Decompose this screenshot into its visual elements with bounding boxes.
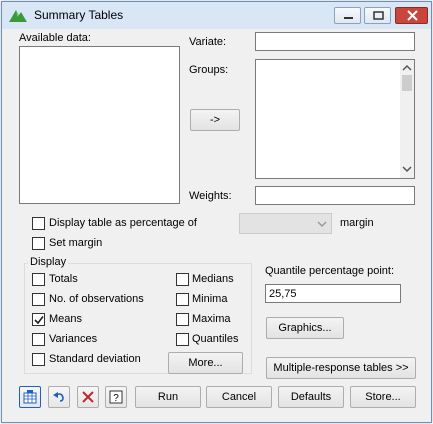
weights-field[interactable] xyxy=(255,186,415,205)
maxima-label: Maxima xyxy=(192,313,231,325)
totals-label: Totals xyxy=(49,273,78,285)
window-title: Summary Tables xyxy=(34,8,124,22)
minima-checkbox[interactable] xyxy=(176,293,189,306)
maximize-icon xyxy=(373,11,384,20)
no-of-observations-checkbox[interactable] xyxy=(32,293,45,306)
display-group-title: Display xyxy=(28,256,69,268)
minima-label: Minima xyxy=(192,293,228,305)
percentage-checkbox[interactable] xyxy=(32,217,45,230)
variate-label: Variate: xyxy=(189,36,227,48)
clear-button[interactable] xyxy=(77,386,99,408)
close-button[interactable] xyxy=(395,7,428,24)
title-bar[interactable]: Summary Tables xyxy=(2,2,431,29)
defaults-button[interactable]: Defaults xyxy=(278,386,344,408)
add-to-groups-button[interactable]: -> xyxy=(190,109,240,131)
groups-field[interactable] xyxy=(255,59,415,179)
minimize-icon xyxy=(344,17,353,19)
undo-icon xyxy=(53,392,64,402)
quantile-field[interactable] xyxy=(265,284,401,303)
margin-select[interactable] xyxy=(239,213,332,234)
close-icon xyxy=(407,10,418,21)
checkmark-icon xyxy=(34,316,44,325)
maximize-button[interactable] xyxy=(364,7,391,24)
available-data-label: Available data: xyxy=(19,32,91,44)
margin-suffix-label: margin xyxy=(340,217,374,229)
standard-deviation-label: Standard deviation xyxy=(49,353,141,365)
chevron-down-icon xyxy=(317,221,327,228)
maxima-checkbox[interactable] xyxy=(176,313,189,326)
clear-icon xyxy=(82,391,94,403)
variances-label: Variances xyxy=(49,333,98,345)
means-checkbox[interactable] xyxy=(32,313,45,326)
spreadsheet-button[interactable] xyxy=(19,386,41,408)
scroll-thumb[interactable] xyxy=(402,75,412,91)
more-button[interactable]: More... xyxy=(168,352,243,374)
standard-deviation-checkbox[interactable] xyxy=(32,353,45,366)
quantiles-label: Quantiles xyxy=(192,333,239,345)
set-margin-label: Set margin xyxy=(49,237,103,249)
variate-field[interactable] xyxy=(255,32,415,51)
variances-checkbox[interactable] xyxy=(32,333,45,346)
app-logo-icon xyxy=(9,10,27,22)
run-button[interactable]: Run xyxy=(135,386,201,408)
weights-label: Weights: xyxy=(189,190,232,202)
graphics-button[interactable]: Graphics... xyxy=(266,317,344,339)
store-button[interactable]: Store... xyxy=(350,386,416,408)
quantile-label: Quantile percentage point: xyxy=(265,265,395,277)
groups-scrollbar[interactable] xyxy=(400,60,414,178)
quantiles-checkbox[interactable] xyxy=(176,333,189,346)
means-label: Means xyxy=(49,313,83,325)
groups-label: Groups: xyxy=(189,64,229,76)
undo-button[interactable] xyxy=(48,386,70,408)
spreadsheet-icon xyxy=(23,390,37,404)
set-margin-checkbox[interactable] xyxy=(32,237,45,250)
help-button[interactable]: ? xyxy=(105,386,127,408)
no-of-observations-label: No. of observations xyxy=(49,293,144,305)
scroll-down-icon[interactable] xyxy=(402,166,412,173)
percentage-label: Display table as percentage of xyxy=(49,217,197,229)
multiple-response-tables-button[interactable]: Multiple-response tables >> xyxy=(266,357,416,379)
help-icon: ? xyxy=(109,390,123,404)
totals-checkbox[interactable] xyxy=(32,273,45,286)
cancel-button[interactable]: Cancel xyxy=(206,386,272,408)
summary-tables-dialog: Summary Tables Available data: Variate: … xyxy=(1,1,432,423)
medians-label: Medians xyxy=(192,273,234,285)
svg-text:?: ? xyxy=(113,393,119,404)
medians-checkbox[interactable] xyxy=(176,273,189,286)
minimize-button[interactable] xyxy=(334,7,361,24)
available-data-list[interactable] xyxy=(19,46,180,204)
scroll-up-icon[interactable] xyxy=(402,64,412,71)
